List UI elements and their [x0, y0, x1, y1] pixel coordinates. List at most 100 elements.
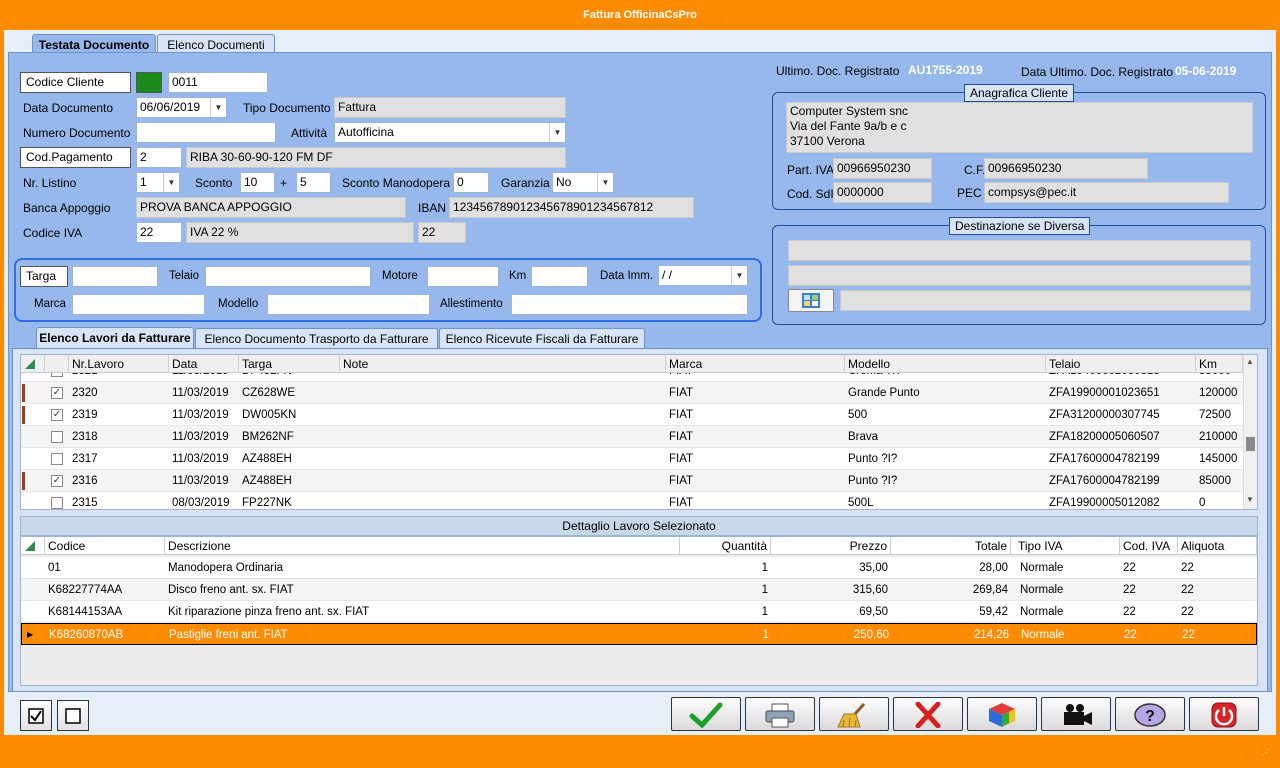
- col-aliquota[interactable]: Aliquota: [1178, 537, 1257, 555]
- table-row[interactable]: ▶ K68260870AB Pastiglie freni ant. FIAT 1 25…: [21, 623, 1257, 645]
- tab-elenco-lavori[interactable]: Elenco Lavori da Fatturare: [36, 327, 194, 349]
- telaio-field[interactable]: [205, 266, 371, 287]
- data-documento-picker[interactable]: 06/06/2019 ▼: [136, 97, 227, 118]
- attivita-select[interactable]: Autofficina ▼: [334, 122, 566, 143]
- allestimento-label: Allestimento: [440, 298, 503, 310]
- telaio-label: Telaio: [169, 270, 200, 282]
- tab-elenco-ddt[interactable]: Elenco Documento Trasporto da Fatturare: [195, 328, 438, 349]
- cell-descrizione: Manodopera Ordinaria: [168, 562, 284, 574]
- table-row[interactable]: ✓ 2320 11/03/2019 CZ628WE FIAT Grande Punto ZF…: [21, 382, 1243, 404]
- modello-field[interactable]: [267, 294, 430, 315]
- chevron-down-icon[interactable]: ▼: [210, 98, 226, 117]
- chevron-down-icon[interactable]: ▼: [163, 173, 179, 192]
- lavori-scrollbar[interactable]: ▲ ▼: [1243, 355, 1257, 509]
- allestimento-field[interactable]: [511, 294, 748, 315]
- resize-grip-icon[interactable]: ⋰: [1262, 748, 1272, 758]
- exit-button[interactable]: [1189, 697, 1259, 731]
- cell-modello: 500L: [848, 497, 874, 509]
- col-tipo-iva[interactable]: Tipo IVA: [1011, 537, 1120, 555]
- nr-listino-select[interactable]: 1 ▼: [136, 172, 180, 193]
- numero-documento-field[interactable]: [136, 122, 276, 143]
- data-imm-picker[interactable]: / / ▼: [658, 265, 748, 286]
- table-row[interactable]: 2317 11/03/2019 AZ488EH FIAT Punto ?I? ZFA176…: [21, 448, 1243, 470]
- table-row[interactable]: 01 Manodopera Ordinaria 1 35,00 28,00 Normale…: [21, 557, 1257, 579]
- col-cod-iva[interactable]: Cod. IVA: [1120, 537, 1178, 555]
- table-row[interactable]: ✓ 2316 11/03/2019 AZ488EH FIAT Punto ?I? ZFA17…: [21, 470, 1243, 492]
- table-row[interactable]: 2318 11/03/2019 BM262NF FIAT Brava ZFA1820000…: [21, 426, 1243, 448]
- scroll-down-icon[interactable]: ▼: [1246, 495, 1254, 504]
- sconto-manodopera-field[interactable]: 0: [453, 172, 489, 193]
- cod-pagamento-button[interactable]: Cod.Pagamento: [20, 147, 131, 168]
- row-checkbox[interactable]: [51, 497, 63, 509]
- cancel-icon: [915, 701, 941, 729]
- row-checkbox[interactable]: ✓: [51, 387, 63, 399]
- destinazione-lookup-button[interactable]: [788, 289, 834, 312]
- cell-aliquota: 22: [1181, 562, 1194, 574]
- tipo-documento-label: Tipo Documento: [243, 101, 331, 115]
- sconto2-field[interactable]: 5: [296, 172, 331, 193]
- col-totale[interactable]: Totale: [891, 537, 1011, 555]
- chevron-down-icon[interactable]: ▼: [731, 266, 747, 285]
- col-prezzo[interactable]: Prezzo: [771, 537, 891, 555]
- row-checkbox[interactable]: ✓: [51, 409, 63, 421]
- modules-button[interactable]: [967, 697, 1037, 731]
- cell-nr: 2318: [72, 431, 98, 443]
- col-km[interactable]: Km: [1196, 355, 1243, 373]
- banca-field: PROVA BANCA APPOGGIO: [136, 197, 406, 218]
- cell-marca: FIAT: [669, 387, 694, 399]
- col-codice[interactable]: Codice: [45, 537, 165, 555]
- clear-button[interactable]: [819, 697, 889, 731]
- col-targa[interactable]: Targa: [239, 355, 340, 373]
- row-checkbox[interactable]: [51, 373, 63, 377]
- cf-field: 00966950230: [984, 158, 1148, 179]
- col-telaio[interactable]: Telaio: [1046, 355, 1196, 373]
- codice-iva-label: Codice IVA: [23, 226, 83, 240]
- cancel-button[interactable]: [893, 697, 963, 731]
- col-quantita[interactable]: Quantità: [680, 537, 771, 555]
- marca-field[interactable]: [72, 294, 205, 315]
- col-data[interactable]: Data: [169, 355, 239, 373]
- scroll-up-icon[interactable]: ▲: [1246, 357, 1254, 366]
- codice-cliente-button[interactable]: Codice Cliente: [20, 72, 131, 93]
- targa-button[interactable]: Targa: [20, 266, 68, 287]
- col-modello[interactable]: Modello: [845, 355, 1046, 373]
- cell-codice: 01: [48, 562, 61, 574]
- tab-elenco-ricevute[interactable]: Elenco Ricevute Fiscali da Fatturare: [439, 328, 645, 349]
- codice-cliente-field[interactable]: 0011: [168, 72, 268, 93]
- codice-iva-field[interactable]: 22: [136, 222, 182, 243]
- targa-field[interactable]: [72, 266, 158, 287]
- col-nr-lavoro[interactable]: Nr.Lavoro: [69, 355, 169, 373]
- video-button[interactable]: [1041, 697, 1111, 731]
- cell-cod-iva: 22: [1124, 629, 1137, 641]
- help-button[interactable]: ?: [1115, 697, 1185, 731]
- table-row[interactable]: 232111/03/2019DF452FN FIATCroma ?I?ZFA194…: [21, 373, 1243, 382]
- garanzia-label: Garanzia: [501, 176, 550, 190]
- cell-km: 55000: [1196, 373, 1243, 382]
- col-note[interactable]: Note: [340, 355, 666, 373]
- chevron-down-icon[interactable]: ▼: [597, 173, 613, 192]
- col-marca[interactable]: Marca: [666, 355, 845, 373]
- row-checkbox[interactable]: [51, 453, 63, 465]
- scroll-thumb[interactable]: [1246, 437, 1255, 451]
- cod-pagamento-field[interactable]: 2: [136, 147, 182, 168]
- motore-field[interactable]: [427, 266, 499, 287]
- corner-triangle-icon: [25, 359, 35, 369]
- table-row[interactable]: 2315 08/03/2019 FP227NK FIAT 500L ZFA19900005…: [21, 492, 1243, 509]
- col-descrizione[interactable]: Descrizione: [165, 537, 680, 555]
- confirm-button[interactable]: [671, 697, 741, 731]
- row-checkbox[interactable]: [51, 431, 63, 443]
- chevron-down-icon[interactable]: ▼: [549, 123, 565, 142]
- garanzia-select[interactable]: No ▼: [552, 172, 614, 193]
- cell-targa: AZ488EH: [242, 453, 292, 465]
- sconto1-field[interactable]: 10: [240, 172, 275, 193]
- check-all-button[interactable]: [20, 700, 52, 731]
- km-field[interactable]: [531, 266, 588, 287]
- table-row[interactable]: K68144153AA Kit riparazione pinza freno a…: [21, 601, 1257, 623]
- uncheck-all-button[interactable]: [57, 700, 89, 731]
- table-row[interactable]: K68227774AA Disco freno ant. sx. FIAT 1 315…: [21, 579, 1257, 601]
- table-row[interactable]: ✓ 2319 11/03/2019 DW005KN FIAT 500 ZFA31200000…: [21, 404, 1243, 426]
- print-button[interactable]: [745, 697, 815, 731]
- row-checkbox[interactable]: ✓: [51, 475, 63, 487]
- cell-km: 85000: [1199, 475, 1231, 487]
- cell-targa: FP227NK: [242, 497, 292, 509]
